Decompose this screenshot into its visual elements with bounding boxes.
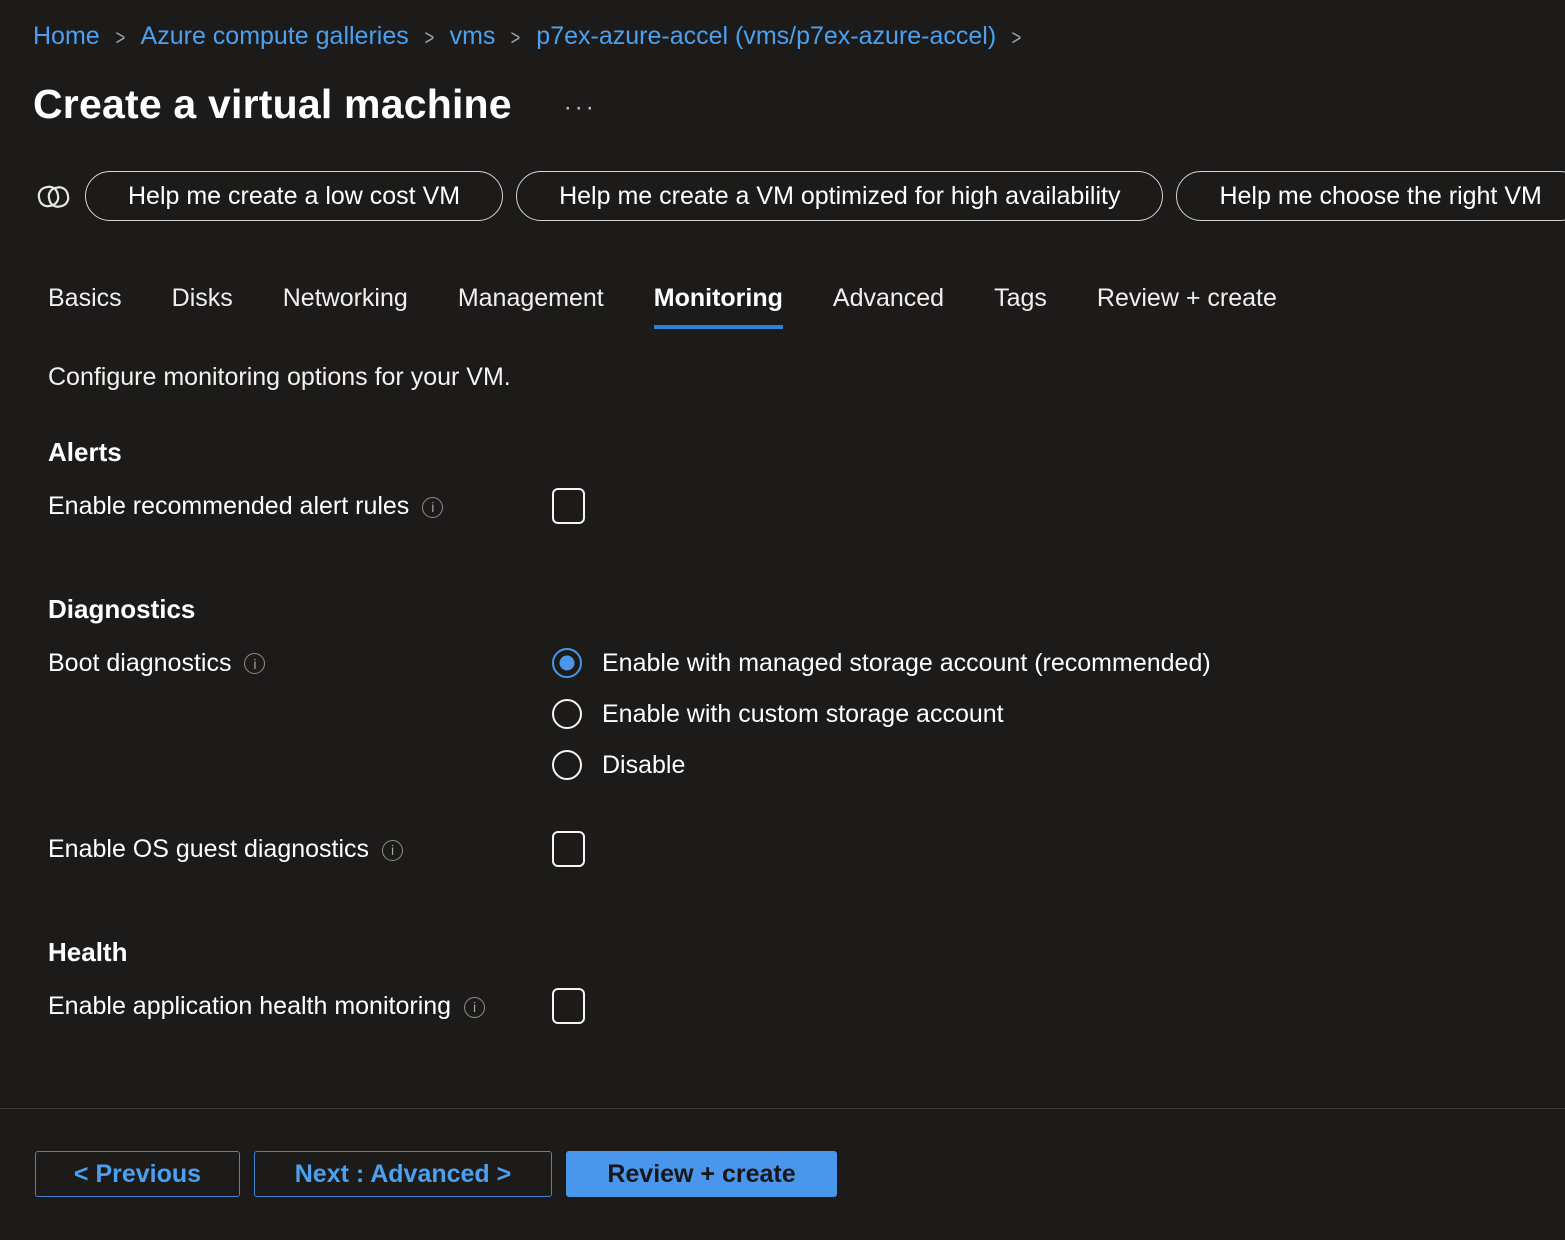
breadcrumb-link-vms[interactable]: vms xyxy=(450,22,496,51)
radio-unselected-icon xyxy=(552,750,582,780)
radio-selected-icon xyxy=(552,648,582,678)
more-options-button[interactable]: ··· xyxy=(564,96,597,120)
copilot-suggestion-choose-right-vm[interactable]: Help me choose the right VM xyxy=(1176,171,1565,221)
copilot-suggestion-low-cost-vm[interactable]: Help me create a low cost VM xyxy=(85,171,503,221)
wizard-footer: < Previous Next : Advanced > Review + cr… xyxy=(35,1151,837,1197)
review-create-button[interactable]: Review + create xyxy=(566,1151,837,1197)
tab-monitoring[interactable]: Monitoring xyxy=(654,284,783,329)
previous-button[interactable]: < Previous xyxy=(35,1151,240,1197)
enable-recommended-alert-rules-label: Enable recommended alert rules xyxy=(48,492,409,521)
next-advanced-button[interactable]: Next : Advanced > xyxy=(254,1151,552,1197)
footer-divider xyxy=(0,1108,1565,1109)
tab-management[interactable]: Management xyxy=(458,284,604,329)
radio-disable[interactable]: Disable xyxy=(552,747,1211,783)
wizard-tabs: Basics Disks Networking Management Monit… xyxy=(0,284,1565,329)
create-vm-page: Home > Azure compute galleries > vms > p… xyxy=(0,0,1565,1240)
boot-diagnostics-radio-group: Enable with managed storage account (rec… xyxy=(552,645,1211,783)
breadcrumb: Home > Azure compute galleries > vms > p… xyxy=(0,0,1565,51)
enable-application-health-monitoring-checkbox[interactable] xyxy=(552,988,585,1024)
tab-disks[interactable]: Disks xyxy=(172,284,233,329)
field-label-group: Enable recommended alert rules i xyxy=(48,492,552,521)
diagnostics-heading: Diagnostics xyxy=(0,594,1565,625)
radio-unselected-icon xyxy=(552,699,582,729)
enable-os-guest-diagnostics-label: Enable OS guest diagnostics xyxy=(48,835,369,864)
tab-description: Configure monitoring options for your VM… xyxy=(0,363,1565,392)
tab-networking[interactable]: Networking xyxy=(283,284,408,329)
info-icon[interactable]: i xyxy=(244,653,265,674)
breadcrumb-chevron-icon: > xyxy=(1012,25,1022,51)
radio-label: Enable with managed storage account (rec… xyxy=(602,649,1211,678)
breadcrumb-link-vm-image[interactable]: p7ex-azure-accel (vms/p7ex-azure-accel) xyxy=(536,22,996,51)
application-health-monitoring-row: Enable application health monitoring i xyxy=(0,988,1565,1024)
title-row: Create a virtual machine ··· xyxy=(0,79,1565,129)
tab-tags[interactable]: Tags xyxy=(994,284,1047,329)
breadcrumb-chevron-icon: > xyxy=(511,25,521,51)
radio-label: Disable xyxy=(602,751,685,780)
radio-enable-custom-storage[interactable]: Enable with custom storage account xyxy=(552,696,1211,732)
info-icon[interactable]: i xyxy=(422,497,443,518)
alerts-heading: Alerts xyxy=(0,437,1565,468)
enable-application-health-monitoring-label: Enable application health monitoring xyxy=(48,992,451,1021)
boot-diagnostics-row: Boot diagnostics i Enable with managed s… xyxy=(0,645,1565,783)
radio-enable-managed-storage[interactable]: Enable with managed storage account (rec… xyxy=(552,645,1211,681)
tab-advanced[interactable]: Advanced xyxy=(833,284,944,329)
boot-diagnostics-label: Boot diagnostics xyxy=(48,645,231,681)
breadcrumb-chevron-icon: > xyxy=(424,25,434,51)
enable-os-guest-diagnostics-checkbox[interactable] xyxy=(552,831,585,867)
tab-basics[interactable]: Basics xyxy=(48,284,122,329)
copilot-suggestions-row: Help me create a low cost VM Help me cre… xyxy=(0,171,1565,221)
breadcrumb-link-home[interactable]: Home xyxy=(33,22,100,51)
field-label-group: Boot diagnostics i xyxy=(48,645,552,681)
field-label-group: Enable OS guest diagnostics i xyxy=(48,835,552,864)
radio-label: Enable with custom storage account xyxy=(602,700,1004,729)
page-title: Create a virtual machine xyxy=(33,81,512,128)
copilot-suggestion-high-availability-vm[interactable]: Help me create a VM optimized for high a… xyxy=(516,171,1163,221)
enable-recommended-alert-rules-checkbox[interactable] xyxy=(552,488,585,524)
breadcrumb-chevron-icon: > xyxy=(115,25,125,51)
info-icon[interactable]: i xyxy=(464,997,485,1018)
field-label-group: Enable application health monitoring i xyxy=(48,992,552,1021)
tab-review-create[interactable]: Review + create xyxy=(1097,284,1277,329)
breadcrumb-link-azure-compute-galleries[interactable]: Azure compute galleries xyxy=(141,22,409,51)
os-guest-diagnostics-row: Enable OS guest diagnostics i xyxy=(0,831,1565,867)
health-heading: Health xyxy=(0,937,1565,968)
info-icon[interactable]: i xyxy=(382,840,403,861)
copilot-icon xyxy=(37,178,70,214)
enable-recommended-alert-rules-row: Enable recommended alert rules i xyxy=(0,488,1565,524)
